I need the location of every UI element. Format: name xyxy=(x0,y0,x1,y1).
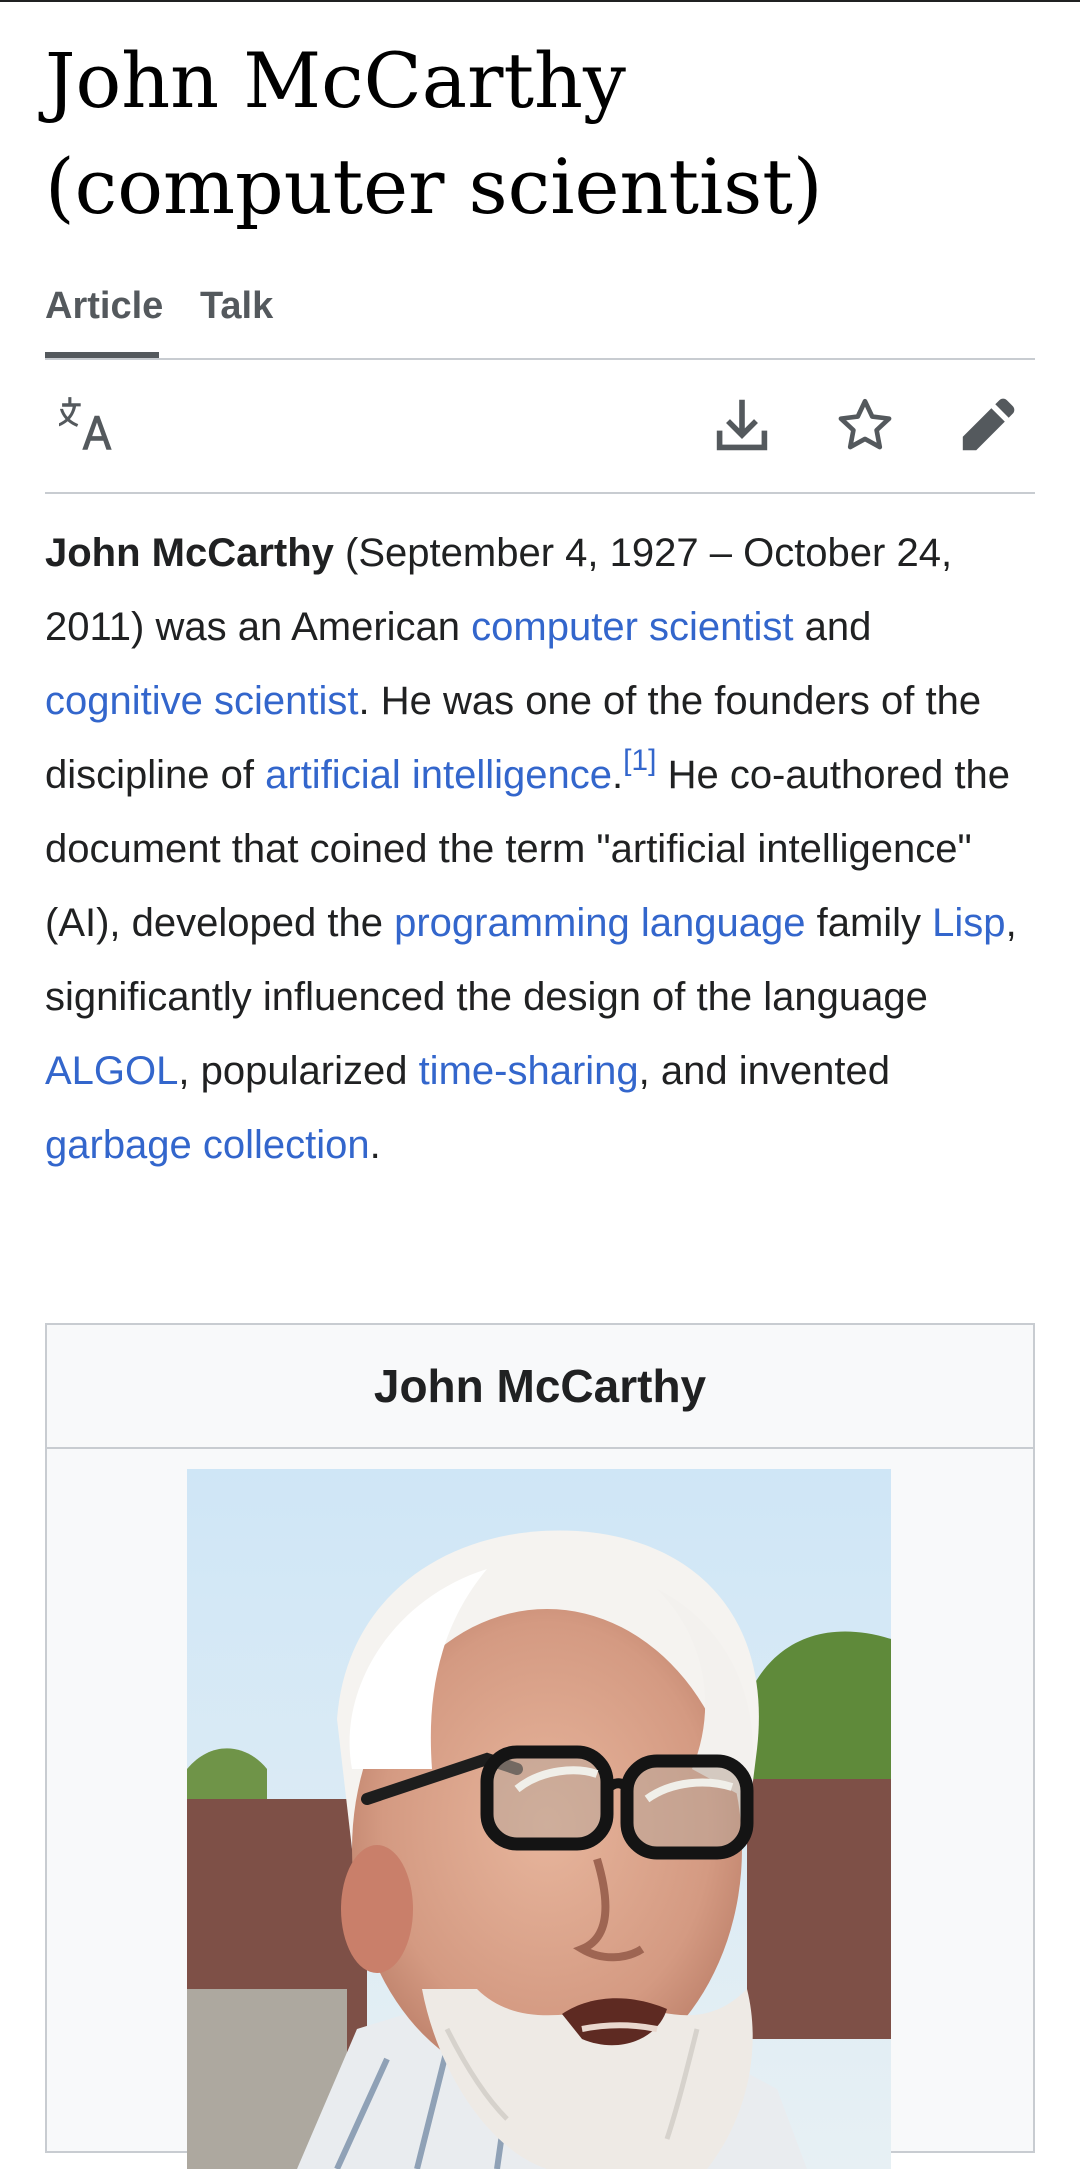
download-icon[interactable] xyxy=(707,390,777,460)
link-programming-language[interactable]: programming language xyxy=(394,901,805,945)
tab-article[interactable]: Article xyxy=(45,282,163,358)
link-garbage-collection[interactable]: garbage collection xyxy=(45,1123,370,1167)
reference-link[interactable]: [1] xyxy=(623,744,656,777)
lead-text: and xyxy=(793,605,872,649)
lead-text: , and invented xyxy=(638,1049,890,1093)
link-artificial-intelligence[interactable]: artificial intelligence xyxy=(265,753,612,797)
lead-paragraph: John McCarthy (September 4, 1927 – Octob… xyxy=(45,516,1040,1182)
language-icon[interactable] xyxy=(55,390,125,460)
page-actions-toolbar xyxy=(45,360,1035,494)
link-lisp[interactable]: Lisp xyxy=(932,901,1005,945)
lead-text: , popularized xyxy=(178,1049,419,1093)
link-computer-scientist[interactable]: computer scientist xyxy=(471,605,793,649)
subject-name: John McCarthy xyxy=(45,531,334,575)
star-icon[interactable] xyxy=(830,390,900,460)
infobox-title: John McCarthy xyxy=(47,1325,1033,1449)
link-cognitive-scientist[interactable]: cognitive scientist xyxy=(45,679,358,723)
link-time-sharing[interactable]: time-sharing xyxy=(419,1049,639,1093)
portrait-image[interactable] xyxy=(187,1469,891,2169)
tab-talk[interactable]: Talk xyxy=(200,282,273,358)
lead-text: family xyxy=(805,901,933,945)
lead-text: . xyxy=(611,753,624,797)
edit-icon[interactable] xyxy=(953,390,1023,460)
link-algol[interactable]: ALGOL xyxy=(45,1049,178,1093)
page-title: John McCarthy (computer scientist) xyxy=(45,36,823,231)
lead-text: . xyxy=(369,1123,381,1167)
infobox: John McCarthy xyxy=(45,1323,1035,2169)
top-border xyxy=(0,0,1080,2)
page-tabs: Article Talk xyxy=(45,282,1035,360)
